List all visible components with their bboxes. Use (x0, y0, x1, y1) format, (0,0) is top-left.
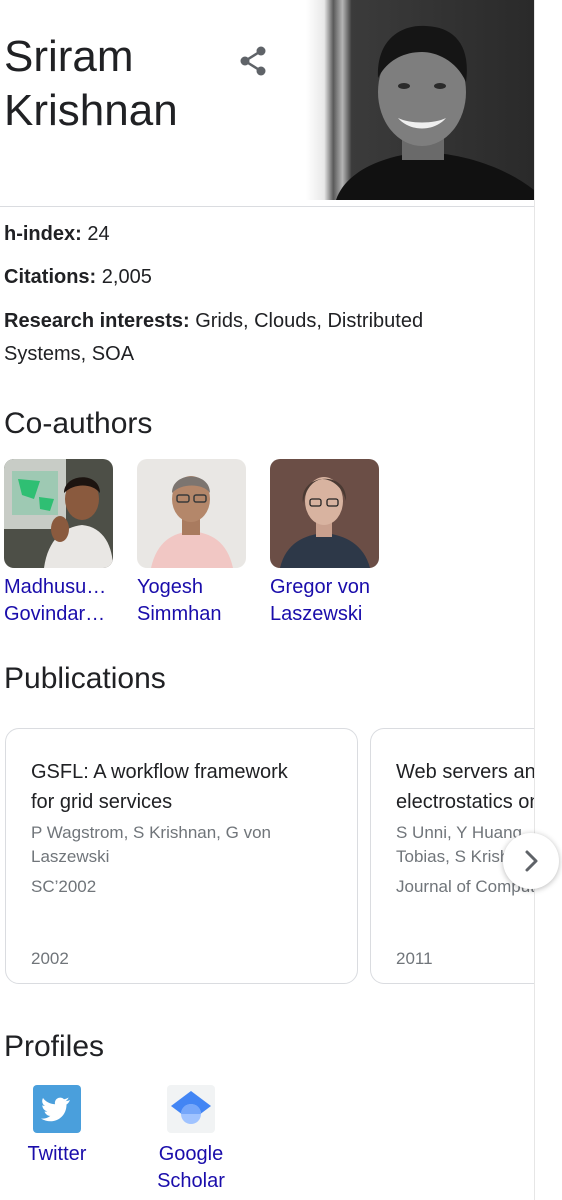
citations-value: 2,005 (96, 266, 152, 288)
coauthor-avatar[interactable] (270, 459, 379, 568)
publications-heading: Publications (4, 662, 166, 695)
coauthor-name[interactable]: Madhusu… Govindar… (4, 574, 119, 628)
knowledge-panel: Sriram Krishnan h-index: 24 Citations: 2… (0, 0, 534, 1200)
publication-year: 2011 (396, 949, 433, 968)
coauthor-avatar[interactable] (137, 459, 246, 568)
publication-title: Web servers and electrostatics on (396, 761, 534, 813)
publication-authors: P Wagstrom, S Krishnan, G von Laszewski (31, 823, 271, 866)
coauthor-avatar[interactable] (4, 459, 113, 568)
profile-label[interactable]: Twitter (14, 1141, 100, 1168)
coauthor-name[interactable]: Yogesh Simmhan (137, 574, 252, 628)
citations-label: Citations: (4, 266, 97, 288)
chevron-right-icon (525, 850, 538, 872)
h-index-row: h-index: 24 (4, 218, 110, 251)
next-button[interactable] (503, 833, 559, 889)
citations-row: Citations: 2,005 (4, 261, 152, 294)
share-icon[interactable] (236, 44, 270, 78)
publication-year: 2002 (31, 949, 69, 968)
h-index-label: h-index: (4, 223, 82, 245)
coauthor-card[interactable]: Gregor von Laszewski (270, 459, 385, 628)
profiles-heading: Profiles (4, 1030, 105, 1063)
panel-edge (534, 0, 535, 1200)
profile-link-google-scholar[interactable]: Google Scholar (148, 1085, 234, 1195)
research-interests-row: Research interests: Grids, Clouds, Distr… (4, 305, 444, 371)
profile-link-twitter[interactable]: Twitter (14, 1085, 100, 1168)
coauthor-card[interactable]: Yogesh Simmhan (137, 459, 252, 628)
publication-title: GSFL: A workflow framework for grid serv… (31, 761, 288, 813)
coauthor-name[interactable]: Gregor von Laszewski (270, 574, 385, 628)
publication-venue: SC’2002 (31, 877, 97, 896)
header-divider (0, 206, 534, 207)
person-name: Sriram Krishnan (4, 32, 178, 135)
h-index-value: 24 (81, 223, 110, 245)
research-interests-label: Research interests: (4, 310, 190, 332)
google-scholar-icon[interactable] (167, 1085, 215, 1133)
profile-label[interactable]: Google Scholar (148, 1141, 234, 1195)
coauthors-heading: Co-authors (4, 407, 153, 440)
twitter-icon[interactable] (33, 1085, 81, 1133)
publication-card[interactable]: GSFL: A workflow framework for grid serv… (5, 728, 358, 984)
profile-photo[interactable] (306, 0, 534, 200)
coauthor-card[interactable]: Madhusu… Govindar… (4, 459, 119, 628)
